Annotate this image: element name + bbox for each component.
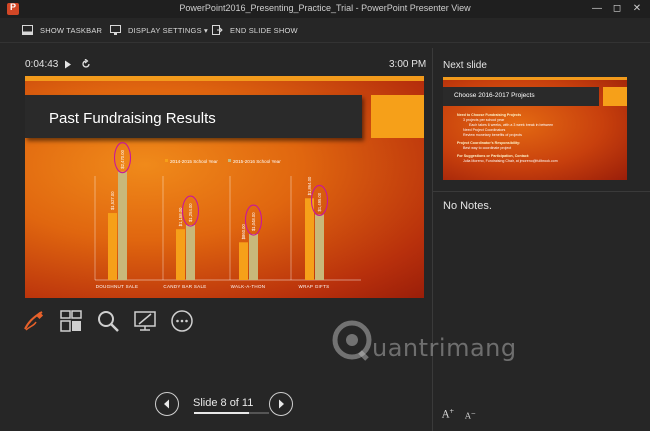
current-slide[interactable]: Past Fundraising Results 2014-2015 Schoo… (25, 76, 424, 298)
next-slide-label: Next slide (443, 60, 487, 71)
maximize-button[interactable]: ◻ (610, 2, 624, 16)
next-slide-line: Need Project Coordinators (463, 128, 506, 132)
arrow-left-icon (164, 399, 169, 409)
bar-value-label: $1,527.00 (110, 191, 115, 210)
category-label: WALK-A-THON (231, 284, 266, 289)
restart-timer-icon[interactable] (81, 59, 91, 69)
end-show-icon (212, 25, 223, 35)
arrow-right-icon (279, 399, 284, 409)
legend-swatch (165, 159, 168, 162)
display-settings-button[interactable]: DISPLAY SETTINGS ▾ (110, 24, 208, 36)
next-slide-line: Best way to coordinate project (463, 146, 512, 150)
bar (108, 213, 117, 280)
black-screen-icon[interactable] (133, 309, 157, 333)
bar (239, 242, 248, 280)
bar (118, 171, 127, 280)
more-options-icon[interactable] (170, 309, 194, 333)
bar-value-label: $1,254.00 (188, 203, 193, 222)
category-label: WRAP GIFTS (299, 284, 330, 289)
bar (176, 229, 185, 280)
title-bar: PowerPoint2016_Presenting_Practice_Trial… (0, 0, 650, 18)
category-label: CANDY BAR SALE (163, 284, 206, 289)
next-slide-preview[interactable]: Choose 2016-2017 Projects Need to Choose… (443, 77, 627, 180)
show-taskbar-button[interactable]: SHOW TASKBAR (22, 24, 102, 36)
next-slide-line: For Suggestions or Participation, Contac… (457, 154, 530, 158)
next-slide-line: Each takes 6 weeks, with a 3 week break … (469, 123, 554, 127)
bar (249, 234, 258, 280)
toolbar-divider (0, 42, 650, 43)
next-slide-accent-bar (443, 77, 627, 80)
next-slide-line: Julia Moreno, Fundraising Chair, at jmor… (463, 159, 558, 163)
fundraising-chart: 2014-2015 School Year 2015-2016 School Ye… (94, 142, 361, 289)
bar (186, 225, 195, 280)
slide-counter[interactable]: Slide 8 of 11 (193, 397, 253, 409)
close-button[interactable]: ✕ (630, 2, 644, 16)
bar-value-label: $1,495.00 (317, 192, 322, 211)
next-slide-button[interactable] (269, 392, 293, 416)
bar-value-label: $1,048.00 (251, 212, 256, 231)
increase-font-button[interactable]: A+ (442, 408, 454, 420)
next-slide-title: Choose 2016-2017 Projects (454, 92, 535, 99)
next-slide-line: 3 projects per school year (463, 118, 505, 122)
category-label: DOUGHNUT SALE (96, 284, 139, 289)
zoom-icon[interactable] (96, 309, 120, 333)
legend-label: 2014-2015 School Year (170, 159, 218, 164)
slide-progress-fill (194, 412, 249, 414)
pen-laser-tool-icon[interactable] (22, 309, 46, 333)
taskbar-icon (22, 25, 33, 35)
watermark-text: uantrimang (372, 334, 517, 362)
previous-slide-button[interactable] (155, 392, 179, 416)
bar-value-label: $860.00 (241, 223, 246, 239)
notes-divider[interactable] (433, 191, 650, 192)
pause-play-icon[interactable] (64, 60, 72, 69)
end-slide-show-label: END SLIDE SHOW (230, 25, 298, 35)
speaker-notes[interactable]: No Notes. (443, 200, 492, 212)
legend-label: 2015-2016 School Year (233, 159, 281, 164)
toolbar: SHOW TASKBAR DISPLAY SETTINGS ▾ END SLID… (0, 18, 650, 42)
next-slide-line: Need to Choose Fundraising Projects (457, 113, 522, 117)
decrease-font-button[interactable]: A− (465, 410, 476, 421)
elapsed-timer: 0:04:43 (25, 59, 59, 70)
next-slide-accent-block (603, 87, 627, 106)
minimize-button[interactable]: — (590, 2, 604, 16)
watermark-logo-icon (332, 320, 372, 361)
bar (305, 198, 314, 280)
bar (315, 214, 324, 280)
see-all-slides-icon[interactable] (59, 309, 83, 333)
bar-value-label: $1,864.00 (307, 176, 312, 195)
end-slide-show-button[interactable]: END SLIDE SHOW (212, 24, 298, 36)
show-taskbar-label: SHOW TASKBAR (40, 25, 103, 35)
pane-divider[interactable] (432, 48, 433, 431)
slide-progress-bar (194, 412, 269, 414)
clock: 3:00 PM (389, 59, 427, 70)
display-icon (110, 25, 121, 35)
legend-swatch (228, 159, 231, 162)
bar-value-label: $2,470.00 (120, 149, 125, 168)
window-title: PowerPoint2016_Presenting_Practice_Trial… (179, 3, 471, 13)
next-slide-line: Review monetary benefits of projects (463, 133, 522, 137)
next-slide-line: Project Coordinator's Responsibility: (457, 141, 521, 145)
display-settings-label: DISPLAY SETTINGS ▾ (128, 25, 209, 35)
